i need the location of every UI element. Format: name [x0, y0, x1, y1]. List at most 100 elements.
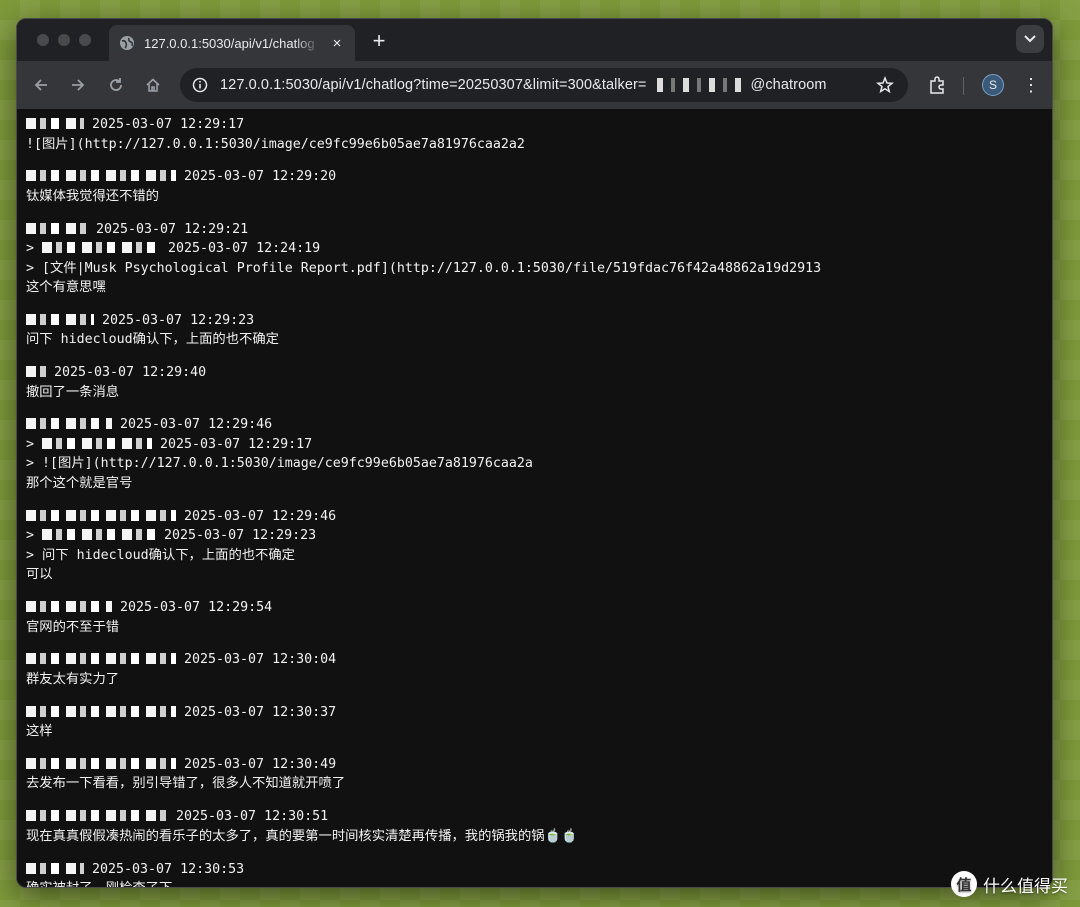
message-timestamp: 2025-03-07 12:29:20	[176, 169, 337, 185]
message-timestamp: 2025-03-07 12:29:17	[84, 117, 245, 132]
redacted-sender	[26, 313, 94, 325]
quoted-line: > 问下 hidecloud确认下，上面的也不确定	[26, 547, 295, 563]
back-button[interactable]	[27, 71, 55, 99]
minimize-window-button[interactable]	[58, 34, 70, 46]
redacted-sender	[26, 222, 88, 234]
chat-message: 2025-03-07 12:29:40 撤回了一条消息	[26, 363, 1043, 402]
profile-avatar[interactable]: S	[982, 74, 1004, 96]
home-button[interactable]	[139, 71, 167, 99]
redacted-sender	[26, 757, 176, 769]
chat-message: 2025-03-07 12:30:04 群友太有实力了	[26, 650, 1043, 689]
redacted-sender	[26, 705, 176, 717]
tab-title: 127.0.0.1:5030/api/v1/chatlog	[144, 35, 315, 51]
close-window-button[interactable]	[37, 34, 49, 46]
redacted-sender	[26, 118, 84, 129]
message-text: 去发布一下看看，别引导错了，很多人不知道就开喷了	[26, 776, 346, 792]
message-header: 2025-03-07 12:30:53	[26, 860, 1043, 880]
watermark-text: 什么值得买	[983, 876, 1068, 897]
message-timestamp: 2025-03-07 12:29:46	[112, 417, 273, 433]
chat-message: 2025-03-07 12:29:23 问下 hidecloud确认下，上面的也不…	[26, 311, 1043, 350]
redacted-sender	[26, 366, 46, 378]
quote-timestamp: 2025-03-07 12:24:19	[160, 241, 321, 257]
quote-timestamp: 2025-03-07 12:29:23	[156, 528, 317, 544]
chatlog-content: 2025-03-07 12:29:17 ![图片](http://127.0.0.…	[17, 109, 1052, 887]
chat-message: 2025-03-07 12:30:37 这样	[26, 703, 1043, 742]
quoted-line: > ![图片](http://127.0.0.1:5030/image/ce9f…	[26, 456, 533, 472]
message-timestamp: 2025-03-07 12:30:04	[176, 652, 337, 668]
message-header: 2025-03-07 12:29:23	[26, 311, 1043, 331]
watermark: 值 什么值得买	[951, 871, 1068, 897]
message-header: 2025-03-07 12:30:37	[26, 703, 1043, 723]
message-text: 确实被封了，刚检查了下	[26, 879, 1043, 887]
chat-message: 2025-03-07 12:29:20 钛媒体我觉得还不错的	[26, 167, 1043, 206]
message-text: 这个有意思嘿	[26, 280, 106, 296]
bookmark-star-icon[interactable]	[876, 76, 894, 94]
redacted-sender	[26, 810, 168, 822]
more-menu-icon[interactable]: ⋮	[1022, 75, 1040, 96]
chat-message: 2025-03-07 12:30:51 现在真真假假凑热闹的看乐子的太多了，真的要…	[26, 807, 1043, 846]
chat-message: 2025-03-07 12:30:53 确实被封了，刚检查了下	[26, 860, 1043, 887]
message-timestamp: 2025-03-07 12:29:40	[46, 365, 207, 381]
maximize-window-button[interactable]	[79, 34, 91, 46]
message-header: 2025-03-07 12:29:46	[26, 507, 1043, 527]
message-timestamp: 2025-03-07 12:30:37	[176, 704, 337, 720]
forward-button[interactable]	[64, 71, 92, 99]
redacted-sender	[26, 170, 176, 182]
new-tab-button[interactable]: +	[367, 28, 391, 54]
message-header: 2025-03-07 12:30:49	[26, 755, 1043, 775]
redacted-sender	[26, 509, 176, 521]
tab-chatlog[interactable]: 127.0.0.1:5030/api/v1/chatlog ×	[109, 25, 355, 61]
message-header: 2025-03-07 12:30:04	[26, 650, 1043, 670]
chevron-down-icon	[1024, 35, 1036, 43]
address-bar[interactable]: 127.0.0.1:5030/api/v1/chatlog?time=20250…	[180, 68, 908, 102]
redacted-quoted-sender	[42, 242, 161, 254]
chat-message: 2025-03-07 12:29:17 ![图片](http://127.0.0.…	[26, 115, 1043, 154]
globe-icon	[120, 36, 134, 50]
message-header: 2025-03-07 12:30:51	[26, 807, 1043, 827]
redacted-quoted-sender	[42, 437, 153, 449]
home-icon	[146, 78, 160, 92]
message-header: 2025-03-07 12:29:21	[26, 220, 1043, 240]
arrow-right-icon	[72, 79, 85, 91]
message-text: 钛媒体我觉得还不错的	[26, 188, 159, 204]
url-text[interactable]: 127.0.0.1:5030/api/v1/chatlog?time=20250…	[220, 77, 827, 93]
message-timestamp: 2025-03-07 12:29:21	[88, 221, 249, 237]
quoted-line: > [文件|Musk Psychological Profile Report.…	[26, 260, 822, 276]
chat-message: 2025-03-07 12:29:46 > 2025-03-07 12:29:17…	[26, 415, 1043, 493]
message-timestamp: 2025-03-07 12:29:54	[112, 600, 273, 616]
message-timestamp: 2025-03-07 12:30:51	[168, 809, 329, 825]
message-timestamp: 2025-03-07 12:29:46	[176, 508, 337, 524]
message-text: 问下 hidecloud确认下，上面的也不确定	[26, 332, 279, 348]
quote-timestamp: 2025-03-07 12:29:17	[152, 436, 313, 452]
message-text: ![图片](http://127.0.0.1:5030/image/ce9fc9…	[26, 136, 525, 152]
redacted-sender	[26, 601, 112, 613]
message-header: 2025-03-07 12:29:40	[26, 363, 1043, 383]
quote-header: > 2025-03-07 12:29:23	[26, 528, 317, 544]
message-text: 可以	[26, 567, 53, 583]
tab-search-button[interactable]	[1016, 25, 1044, 53]
message-text: 撤回了一条消息	[26, 384, 120, 400]
message-text: 现在真真假假凑热闹的看乐子的太多了，真的要第一时间核实清楚再传播，我的锅我的锅🍵…	[26, 828, 578, 844]
message-timestamp: 2025-03-07 12:30:49	[176, 756, 337, 772]
tab-close-icon[interactable]: ×	[329, 35, 345, 52]
reload-button[interactable]	[102, 71, 130, 99]
redacted-sender	[26, 862, 84, 874]
window-controls	[37, 34, 91, 46]
message-timestamp: 2025-03-07 12:30:53	[84, 861, 245, 877]
arrow-left-icon	[34, 79, 47, 91]
message-header: 2025-03-07 12:29:54	[26, 598, 1043, 618]
chat-message: 2025-03-07 12:29:54 官网的不至于错	[26, 598, 1043, 637]
site-info-icon[interactable]	[192, 77, 208, 93]
redacted-talker	[648, 78, 749, 93]
message-timestamp: 2025-03-07 12:29:23	[94, 312, 255, 328]
tab-bar: 127.0.0.1:5030/api/v1/chatlog × +	[17, 19, 1052, 61]
message-text: 官网的不至于错	[26, 619, 120, 635]
message-header: 2025-03-07 12:29:17	[26, 115, 1043, 135]
message-text: 群友太有实力了	[26, 671, 120, 687]
message-text: 这样	[26, 724, 53, 740]
chat-message: 2025-03-07 12:29:46 > 2025-03-07 12:29:23…	[26, 507, 1043, 585]
redacted-quoted-sender	[42, 529, 157, 541]
extensions-icon[interactable]	[928, 75, 948, 95]
redacted-sender	[26, 418, 112, 430]
quote-header: > 2025-03-07 12:24:19	[26, 241, 321, 257]
